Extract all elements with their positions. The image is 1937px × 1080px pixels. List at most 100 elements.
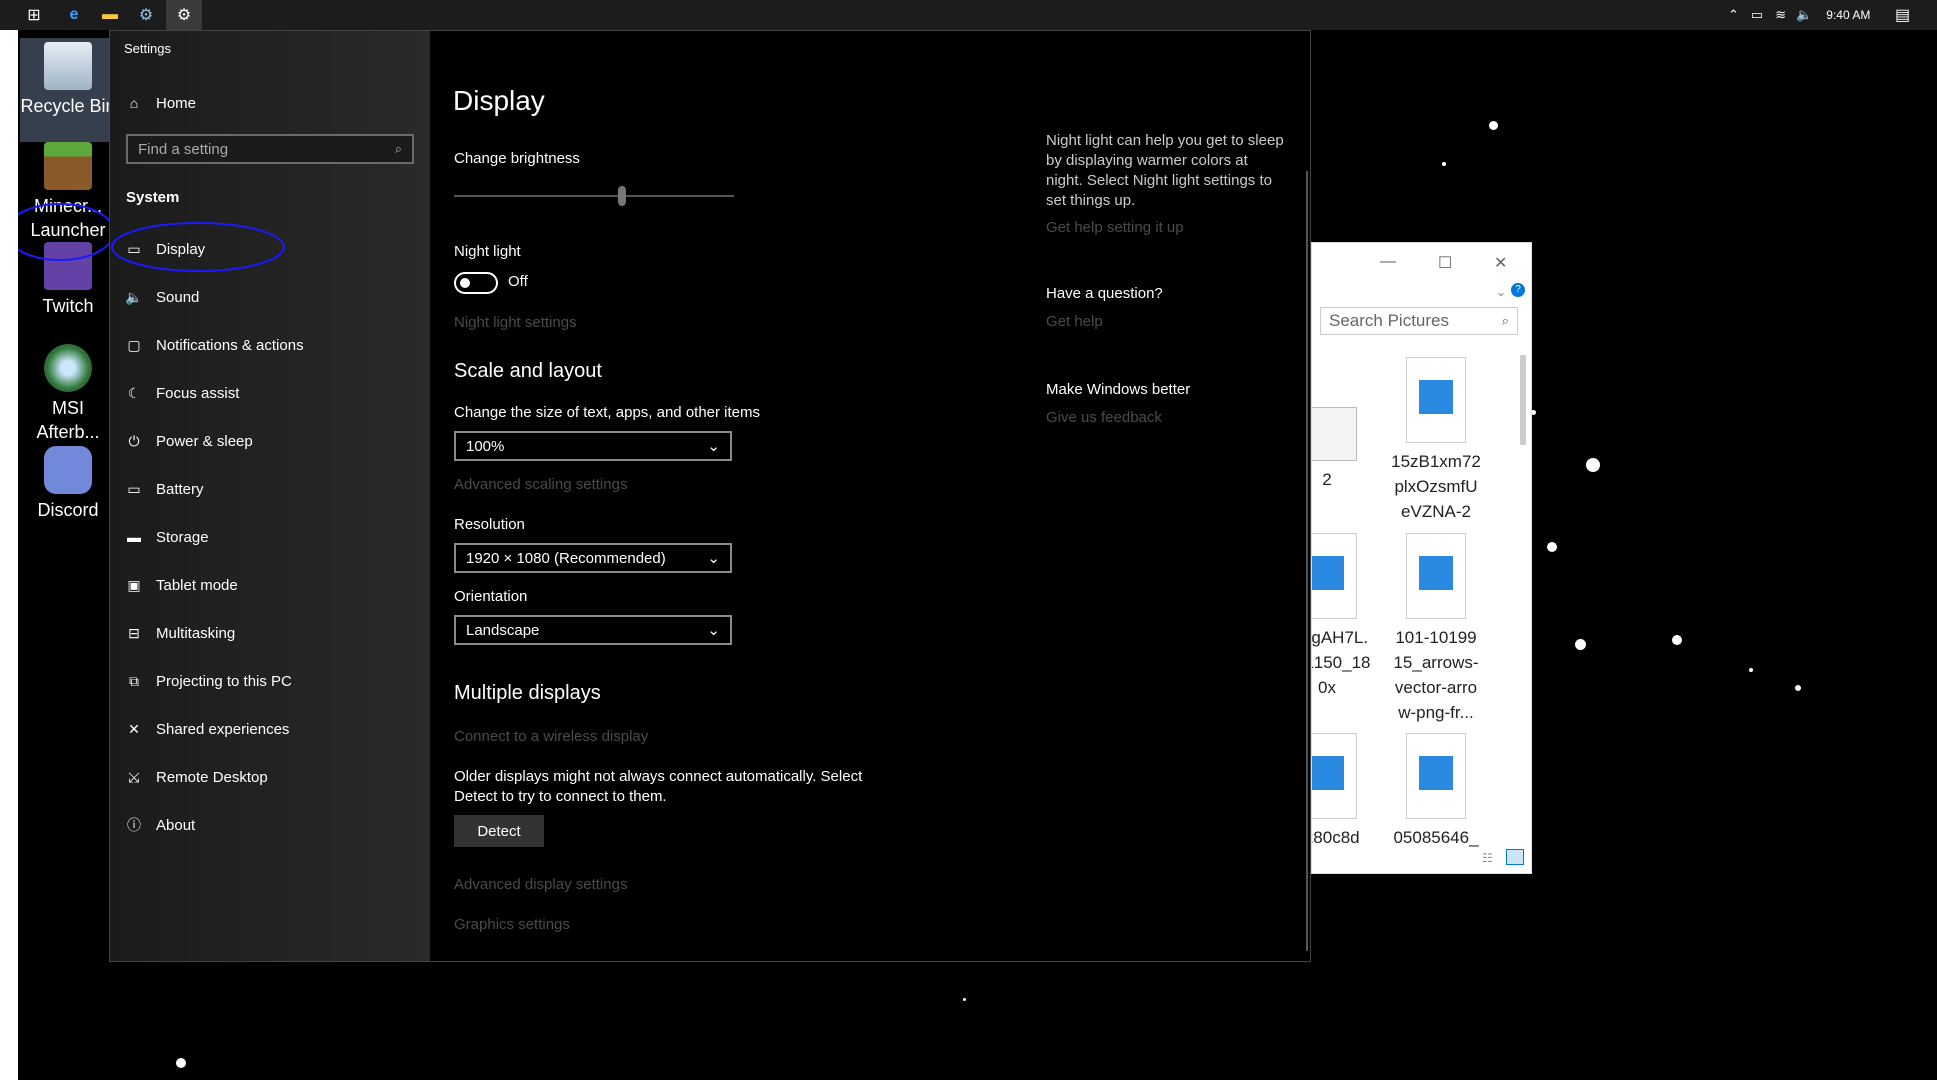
chevron-up-icon[interactable]: ⌃: [1728, 7, 1739, 23]
minecraft-icon: [44, 142, 92, 190]
nav-item-tablet-mode[interactable]: ▣ Tablet mode: [124, 563, 424, 607]
section-heading-system: System: [126, 189, 180, 206]
image-thumbnail-icon: [1312, 407, 1357, 461]
image-file-icon: [1406, 733, 1466, 819]
nav-item-label: Shared experiences: [156, 720, 290, 738]
scrollbar[interactable]: [1306, 171, 1308, 951]
nav-item-sound[interactable]: 🔈 Sound: [124, 275, 424, 319]
settings-gear-icon[interactable]: ⚙: [166, 0, 202, 30]
action-center-icon[interactable]: ▤: [1895, 0, 1910, 30]
clock-time[interactable]: 9:40 AM: [1826, 8, 1870, 22]
nav-item-label: Battery: [156, 480, 204, 498]
slider-thumb[interactable]: [618, 186, 626, 206]
feedback-link[interactable]: Give us feedback: [1046, 409, 1162, 426]
chevron-down-icon[interactable]: ⌄: [1496, 285, 1506, 299]
night-light-toggle[interactable]: [454, 272, 498, 294]
help-icon[interactable]: ?: [1511, 283, 1525, 297]
nav-item-storage[interactable]: ▬ Storage: [124, 515, 424, 559]
advanced-display-link[interactable]: Advanced display settings: [454, 876, 627, 893]
star-decoration: [1489, 121, 1498, 130]
file-item[interactable]: WngAH7L._SL150_180x: [1311, 533, 1372, 700]
nav-item-label: About: [156, 816, 196, 834]
nav-home[interactable]: ⌂ Home: [124, 81, 424, 125]
file-item[interactable]: 9280c8d: [1312, 733, 1372, 850]
nav-item-power-sleep[interactable]: ⏻ Power & sleep: [124, 419, 424, 463]
search-input[interactable]: Search Pictures ⌕: [1320, 307, 1518, 335]
search-placeholder: Find a setting: [138, 140, 229, 158]
file-explorer-icon[interactable]: ▬: [92, 0, 128, 30]
file-item[interactable]: 101-1019915_arrows-vector-arrow-png-fr..…: [1391, 533, 1481, 725]
volume-icon[interactable]: 🔈: [1796, 7, 1812, 23]
multitasking-icon: ⊟: [128, 624, 140, 641]
minimize-icon[interactable]: —: [1380, 253, 1396, 271]
speaker-icon: 🔈: [125, 288, 143, 305]
desktop-icon-discord[interactable]: Discord: [20, 446, 116, 526]
detect-description: Older displays might not always connect …: [454, 768, 863, 805]
nav-item-label: Notifications & actions: [156, 336, 304, 354]
desktop-icon-recycle-bin[interactable]: Recycle Bin: [20, 38, 116, 142]
details-view-icon[interactable]: ☷: [1482, 851, 1493, 865]
get-help-link[interactable]: Get help: [1046, 313, 1103, 330]
night-light-settings-link[interactable]: Night light settings: [454, 314, 577, 331]
star-decoration: [963, 998, 966, 1001]
nav-item-focus-assist[interactable]: ☾ Focus assist: [124, 371, 424, 415]
help-setting-link[interactable]: Get help setting it up: [1046, 219, 1184, 236]
discord-icon: [44, 446, 92, 494]
star-decoration: [1547, 542, 1557, 552]
nav-item-remote-desktop[interactable]: ⤩ Remote Desktop: [124, 755, 424, 799]
scrollbar[interactable]: [1517, 343, 1529, 843]
search-icon: ⌕: [394, 141, 402, 156]
nav-item-multitasking[interactable]: ⊟ Multitasking: [124, 611, 424, 655]
annotation-circle: [111, 222, 285, 272]
search-placeholder: Search Pictures: [1329, 311, 1449, 330]
chevron-down-icon: ⌄: [707, 550, 720, 567]
large-icons-view-icon[interactable]: [1506, 849, 1524, 865]
file-name: 2: [1322, 470, 1332, 489]
file-item[interactable]: 15zB1xm72plxOzsmfUeVZNA-2: [1391, 357, 1481, 524]
scale-dropdown[interactable]: 100% ⌄: [454, 431, 732, 461]
moon-icon: ☾: [127, 384, 141, 401]
file-name: WngAH7L._SL150_180x: [1311, 628, 1371, 697]
dropdown-value: 1920 × 1080 (Recommended): [466, 549, 666, 567]
star-decoration: [1672, 635, 1682, 645]
edge-icon[interactable]: e: [56, 0, 92, 30]
scroll-thumb[interactable]: [1520, 355, 1526, 445]
storage-icon: ▬: [127, 529, 141, 545]
nav-item-battery[interactable]: ▭ Battery: [124, 467, 424, 511]
file-item[interactable]: 05085646_: [1391, 733, 1481, 850]
image-file-icon: [1312, 533, 1357, 619]
nav-item-shared-experiences[interactable]: ✕ Shared experiences: [124, 707, 424, 751]
settings-content: Display Change brightness Night light Of…: [430, 31, 1310, 961]
detect-button[interactable]: Detect: [454, 815, 544, 847]
battery-tray-icon[interactable]: ▭: [1751, 7, 1763, 23]
steam-icon[interactable]: ⚙: [128, 0, 164, 30]
image-file-icon: [1312, 733, 1357, 819]
shared-icon: ✕: [128, 720, 140, 737]
wifi-icon[interactable]: ≋: [1775, 7, 1786, 23]
orientation-dropdown[interactable]: Landscape ⌄: [454, 615, 732, 645]
nav-item-label: Power & sleep: [156, 432, 253, 450]
file-explorer-window: — ☐ ✕ ⌄ ? Search Pictures ⌕ 2 15zB1xm72p…: [1311, 242, 1532, 874]
search-icon: ⌕: [1501, 313, 1509, 328]
close-icon[interactable]: ✕: [1494, 253, 1507, 273]
search-input[interactable]: Find a setting ⌕: [126, 134, 414, 164]
graphics-settings-link[interactable]: Graphics settings: [454, 916, 570, 933]
nav-item-notifications[interactable]: ▢ Notifications & actions: [124, 323, 424, 367]
wireless-display-link[interactable]: Connect to a wireless display: [454, 728, 648, 745]
windows-start-icon[interactable]: ⊞: [16, 0, 52, 30]
battery-icon: ▭: [127, 480, 141, 497]
star-decoration: [1749, 668, 1753, 672]
info-icon: ⓘ: [127, 817, 141, 833]
recycle-bin-icon: [44, 42, 92, 90]
nav-item-label: Sound: [156, 288, 200, 306]
nav-item-projecting[interactable]: ⧉ Projecting to this PC: [124, 659, 424, 703]
maximize-icon[interactable]: ☐: [1438, 253, 1452, 273]
brightness-slider[interactable]: [454, 186, 734, 206]
advanced-scaling-link[interactable]: Advanced scaling settings: [454, 476, 627, 493]
resolution-dropdown[interactable]: 1920 × 1080 (Recommended) ⌄: [454, 543, 732, 573]
file-item[interactable]: 2: [1312, 391, 1372, 492]
nav-item-about[interactable]: ⓘ About: [124, 803, 424, 847]
desktop-icon-label: Discord: [37, 500, 99, 520]
desktop-icon-msi-afterburner[interactable]: MSI Afterb...: [20, 344, 116, 444]
settings-nav-pane: Settings ⌂ Home Find a setting ⌕ System …: [110, 31, 430, 961]
